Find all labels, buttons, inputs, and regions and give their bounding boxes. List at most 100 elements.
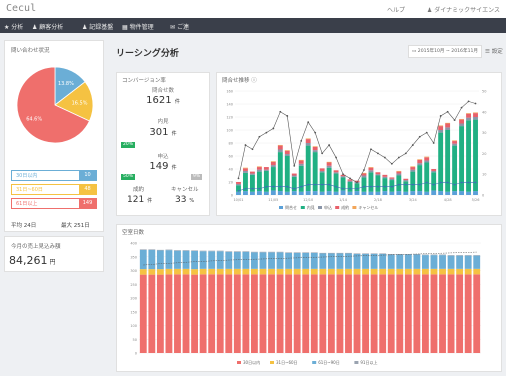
line-point [293,164,296,167]
line-point [425,131,428,134]
bar-segment [305,139,311,143]
line-point [293,187,296,190]
bar-segment [242,268,250,275]
line-point [453,119,456,122]
bar-segment [249,171,255,174]
nav-item-record[interactable]: ♟ 記録基盤 [82,22,113,31]
bar-segment [208,274,216,353]
bar-segment [216,251,224,269]
line-point [321,152,324,155]
bar-segment [410,191,416,195]
bar-segment [459,191,465,195]
kpi-viewing-label: 内見 [157,119,169,125]
inquiry-trend-card: 問合せ推移 ⓘ 0 20 40 60 80 100 120 140 160 0 10 20 30 40 50… [216,72,502,216]
nav-item-analysis[interactable]: ★ 分析 [4,22,23,31]
bar-segment [396,173,402,176]
line-point [251,187,254,190]
bar-segment [174,250,181,269]
bar-segment [139,249,147,250]
bar-segment [473,268,481,275]
bar-segment [396,171,402,174]
kpi-application-value: 149 件 [128,161,198,172]
inquiry-status-card: 問い合わせ状況 13.8% 16.5% 64.6% 30日以内 10 31日~60日 48… [4,40,104,232]
bar-segment [276,251,284,253]
bar-segment [148,249,156,250]
line-point [349,187,351,190]
bar-segment [422,255,429,269]
line-point [474,181,477,184]
app-logo[interactable]: Cecul [6,3,36,14]
bar-segment [263,169,269,171]
date-range-picker[interactable]: ▭ 2015年10月 ~ 2016年11月 [408,45,482,58]
bar-segment [199,251,207,269]
bar-segment [293,252,301,269]
bar-segment [424,162,430,192]
bar-segment [370,268,378,275]
line-point [467,100,470,103]
bar-segment [439,255,446,269]
y-tick-label: 0 [135,352,137,356]
line-point [474,102,477,105]
nav-item-contact[interactable]: ✉ ご連 [170,22,189,31]
x-tick-label: 3/24 [409,198,418,202]
y-tick-label: 50 [133,338,137,342]
bar-segment [256,169,262,172]
bar-segment [452,143,458,146]
line-point [383,156,386,159]
vacancy-days-card: 空室日数 0 50 100 150 200 250 300 350 400 30日以内 31日~60… [116,224,502,372]
kpi-number: 301 [149,127,169,138]
y2-tick-label: 30 [482,131,486,135]
bar-segment [417,165,423,192]
bar-segment [368,167,374,171]
y-tick-label: 350 [130,255,137,259]
bar-segment [362,268,369,275]
y-tick-label: 160 [226,90,233,94]
bar-segment [263,167,269,170]
status-legend-row[interactable]: 30日以内 10 [11,170,97,181]
nav-item-customer[interactable]: ♟ 顧客分析 [32,22,63,31]
bar-segment [310,274,318,353]
line-point [265,131,268,134]
line-point [425,181,428,184]
bar-segment [430,254,438,256]
bar-segment [473,117,478,120]
bar-segment [445,127,451,130]
date-range-text: 2015年10月 ~ 2016年11月 [417,49,479,54]
settings-button[interactable]: ☰ 設定 [485,47,503,55]
bar-segment [389,191,395,195]
bar-segment [249,173,255,175]
bar-segment [459,118,465,120]
x-tick-label: 12/10 [303,198,313,202]
line-point [383,185,386,188]
line-point [279,110,282,113]
bar-segment [473,112,478,114]
user-menu[interactable]: ♟ ダイナミックサイエンス [417,7,500,14]
status-legend-row[interactable]: 61日以上 149 [11,198,97,209]
bar-segment [431,190,437,195]
bar-segment [208,250,216,252]
bar-segment [354,191,360,195]
bar-segment [242,251,250,252]
help-link[interactable]: ヘルプ [387,7,405,14]
bar-segment [277,145,283,150]
y-tick-label: 0 [231,194,233,198]
bar-segment [375,175,381,192]
bar-segment [174,274,181,353]
status-legend-row[interactable]: 31日~60日 48 [11,184,97,195]
x-tick-label: 5/26 [472,198,480,202]
bar-segment [148,274,156,353]
bar-segment [174,268,181,275]
nav-item-property[interactable]: ▦ 物件管理 [122,22,154,31]
bar-segment [191,269,198,275]
bar-segment [199,274,207,353]
bar-segment [293,268,301,275]
status-legend-count: 149 [79,199,96,208]
line-point [300,185,303,188]
line-point [397,183,400,186]
bar-segment [422,254,429,256]
line-point [453,183,456,186]
bar-segment [439,254,446,256]
bar-segment [148,269,156,275]
bar-segment [340,176,346,178]
legend-label: 内見 [307,204,315,210]
